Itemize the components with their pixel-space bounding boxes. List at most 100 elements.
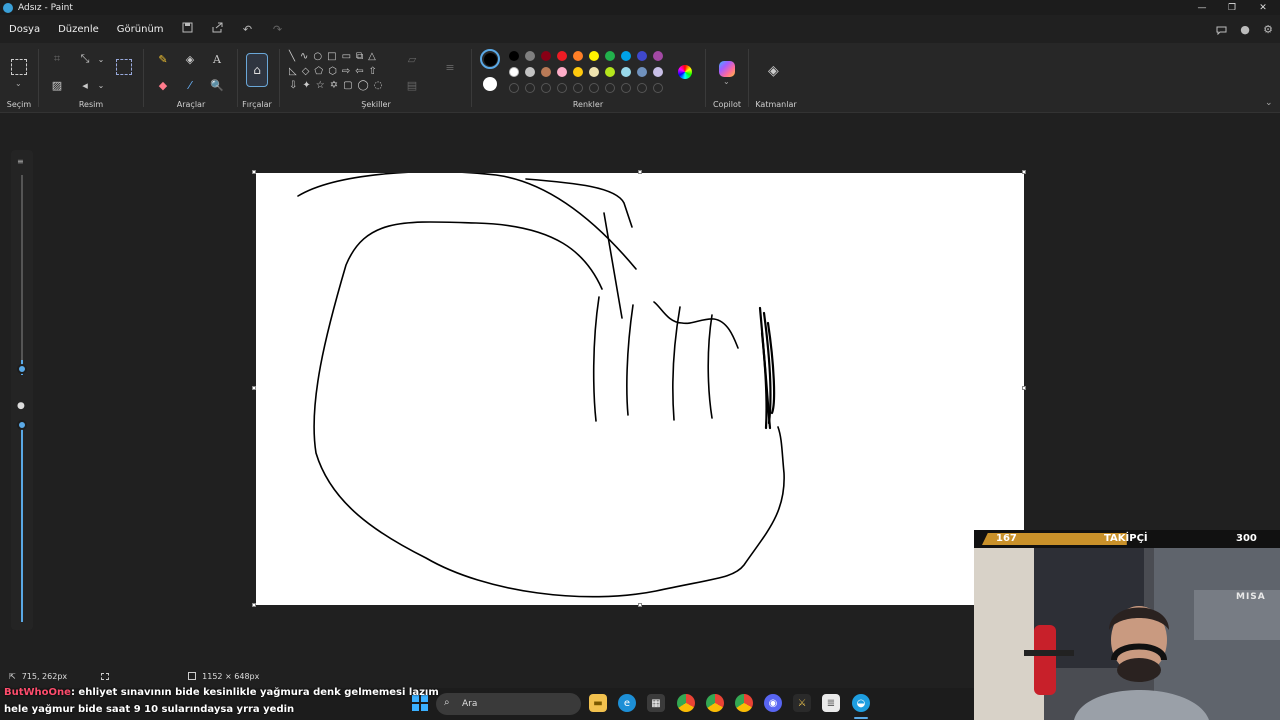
stroke-line-1 bbox=[603, 212, 623, 319]
resize-handle[interactable] bbox=[1022, 386, 1026, 390]
custom-color-slot[interactable] bbox=[637, 83, 647, 93]
color-swatch[interactable] bbox=[653, 67, 663, 77]
resize-handle[interactable] bbox=[252, 386, 256, 390]
redo-icon[interactable]: ↷ bbox=[263, 23, 293, 36]
discord-icon[interactable]: ◉ bbox=[764, 694, 782, 712]
size-track[interactable] bbox=[21, 175, 23, 375]
color-swatch[interactable] bbox=[525, 51, 535, 61]
shape-size-icon[interactable]: ≡ bbox=[441, 58, 459, 76]
edge-browser-icon[interactable]: e bbox=[618, 694, 636, 712]
color-swatch[interactable] bbox=[541, 51, 551, 61]
eraser-icon[interactable]: ◆ bbox=[154, 76, 172, 94]
undo-icon[interactable]: ↶ bbox=[233, 23, 263, 36]
drawing-strokes bbox=[297, 170, 785, 598]
custom-color-slot[interactable] bbox=[621, 83, 631, 93]
chevron-down-icon[interactable]: ⌄ bbox=[723, 77, 730, 86]
color-swatch[interactable] bbox=[541, 67, 551, 77]
custom-color-slot[interactable] bbox=[589, 83, 599, 93]
image-select-icon[interactable] bbox=[116, 59, 132, 75]
brush-icon[interactable]: ⌂ bbox=[246, 53, 268, 87]
copilot-icon[interactable] bbox=[719, 61, 735, 77]
drawing-canvas[interactable] bbox=[256, 170, 1024, 605]
custom-color-slot[interactable] bbox=[573, 83, 583, 93]
size-slider-thumb[interactable] bbox=[17, 364, 27, 374]
custom-color-slot[interactable] bbox=[525, 83, 535, 93]
share-feedback-icon[interactable] bbox=[1209, 15, 1233, 43]
fill-bucket-icon[interactable]: ◈ bbox=[181, 50, 199, 68]
custom-color-slot[interactable] bbox=[509, 83, 519, 93]
text-tool-icon[interactable]: A bbox=[208, 50, 226, 68]
custom-color-slot[interactable] bbox=[653, 83, 663, 93]
chevron-down-icon[interactable]: ⌄ bbox=[15, 79, 22, 88]
color-swatch[interactable] bbox=[589, 51, 599, 61]
webcam-watermark: MISA bbox=[1236, 592, 1266, 602]
shapes-gallery[interactable]: ╲∿○□▭⧉△ ◺◇⬠⬡⇨⇦⇧ ⇩✦☆✡▢◯◌ bbox=[289, 50, 397, 94]
color-swatch[interactable] bbox=[621, 51, 631, 61]
group-label-colors: Renkler bbox=[572, 100, 604, 109]
account-icon[interactable]: ● bbox=[1233, 15, 1257, 43]
opacity-slider-thumb[interactable] bbox=[17, 420, 27, 430]
rectangle-select-icon[interactable] bbox=[11, 59, 27, 75]
close-button[interactable]: ✕ bbox=[1248, 0, 1278, 15]
custom-color-slot[interactable] bbox=[557, 83, 567, 93]
color-swatch[interactable] bbox=[509, 51, 519, 61]
chrome-icon[interactable] bbox=[677, 694, 695, 712]
share-icon[interactable] bbox=[203, 22, 233, 36]
color-swatch[interactable] bbox=[589, 67, 599, 77]
magnifier-icon[interactable]: 🔍 bbox=[208, 76, 226, 94]
menu-edit[interactable]: Düzenle bbox=[49, 24, 108, 35]
minimize-button[interactable]: — bbox=[1187, 0, 1217, 15]
chevron-down-icon[interactable]: ⌄ bbox=[92, 76, 110, 94]
stroke-line-3 bbox=[626, 304, 634, 416]
resize-handle[interactable] bbox=[252, 170, 256, 174]
taskbar-search[interactable]: ⌕ Ara bbox=[436, 693, 581, 715]
notepad-icon[interactable]: ≣ bbox=[822, 694, 840, 712]
custom-color-slot[interactable] bbox=[541, 83, 551, 93]
color-swatch[interactable] bbox=[605, 51, 615, 61]
menu-view[interactable]: Görünüm bbox=[108, 24, 173, 35]
outline-icon[interactable]: ▱ bbox=[403, 50, 421, 68]
file-explorer-icon[interactable]: ▬ bbox=[589, 694, 607, 712]
color-swatch[interactable] bbox=[621, 67, 631, 77]
fill-icon[interactable]: ▤ bbox=[403, 76, 421, 94]
color-swatch[interactable] bbox=[509, 67, 519, 77]
color-swatch[interactable] bbox=[637, 51, 647, 61]
store-icon[interactable]: ▦ bbox=[647, 694, 665, 712]
color-swatch[interactable] bbox=[605, 67, 615, 77]
pencil-icon[interactable]: ✎ bbox=[154, 50, 172, 68]
color-swatch[interactable] bbox=[557, 51, 567, 61]
edit-colors-icon[interactable] bbox=[678, 65, 692, 79]
group-label-tools: Araçlar bbox=[176, 100, 206, 109]
color-swatch[interactable] bbox=[573, 67, 583, 77]
resize-handle[interactable] bbox=[1022, 170, 1026, 174]
restore-button[interactable]: ❐ bbox=[1217, 0, 1247, 15]
crop-icon[interactable]: ⌗ bbox=[48, 50, 66, 68]
custom-color-slot[interactable] bbox=[605, 83, 615, 93]
layers-icon[interactable]: ◈ bbox=[768, 63, 779, 79]
primary-color[interactable] bbox=[480, 49, 500, 69]
color-swatch[interactable] bbox=[573, 51, 583, 61]
opacity-track[interactable] bbox=[21, 422, 23, 622]
brush-size-slider-panel: ≡ ● bbox=[11, 150, 33, 630]
resize-handle[interactable] bbox=[252, 603, 256, 607]
webcam-overlay: MISA bbox=[974, 530, 1280, 720]
save-icon[interactable] bbox=[173, 22, 203, 36]
ribbon-expand-chevron-icon[interactable]: ⌄ bbox=[1265, 98, 1273, 108]
title-bar: Adsız - Paint — ❐ ✕ bbox=[0, 0, 1280, 15]
chrome-icon[interactable] bbox=[706, 694, 724, 712]
chevron-down-icon[interactable]: ⌄ bbox=[92, 50, 110, 68]
color-swatch[interactable] bbox=[653, 51, 663, 61]
color-swatch[interactable] bbox=[637, 67, 647, 77]
chrome-icon[interactable] bbox=[735, 694, 753, 712]
resize-handle[interactable] bbox=[638, 603, 642, 607]
menu-file[interactable]: Dosya bbox=[0, 24, 49, 35]
secondary-color[interactable] bbox=[483, 77, 497, 91]
league-client-icon[interactable]: ⚔ bbox=[793, 694, 811, 712]
remove-background-icon[interactable]: ▨ bbox=[48, 76, 66, 94]
color-swatch[interactable] bbox=[557, 67, 567, 77]
color-picker-icon[interactable]: ⁄ bbox=[181, 76, 199, 94]
settings-gear-icon[interactable]: ⚙ bbox=[1256, 15, 1280, 43]
color-swatch[interactable] bbox=[525, 67, 535, 77]
resize-handle[interactable] bbox=[638, 170, 642, 174]
paint-taskbar-icon[interactable]: ◒ bbox=[852, 694, 870, 712]
